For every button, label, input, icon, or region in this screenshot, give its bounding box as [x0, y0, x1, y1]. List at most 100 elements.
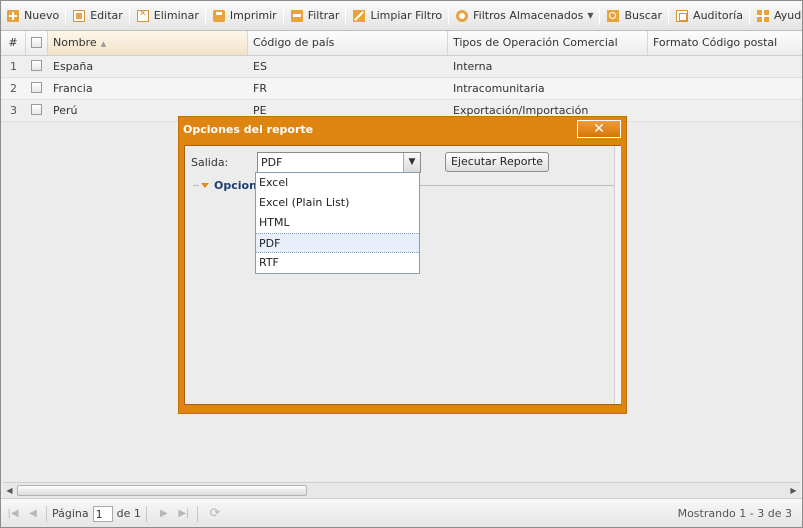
- toolbar-separator: [65, 6, 67, 25]
- last-page-icon[interactable]: ▶|: [176, 508, 192, 519]
- cell-formato: [648, 78, 802, 99]
- cell-codigo: FR: [253, 82, 267, 95]
- cell-nombre: España: [53, 60, 94, 73]
- stored-filters-button[interactable]: Filtros Almacenados ▼: [450, 5, 598, 27]
- edit-button[interactable]: Editar: [67, 5, 128, 27]
- first-page-icon[interactable]: |◀: [5, 508, 21, 519]
- help-button[interactable]: Ayuda: [751, 5, 802, 27]
- column-header-codigo[interactable]: Código de país: [248, 31, 448, 55]
- plus-icon: [7, 9, 19, 22]
- next-page-icon[interactable]: ▶: [156, 508, 172, 519]
- filter-icon: [290, 9, 303, 22]
- dropdown-option-excel-plain-list[interactable]: Excel (Plain List): [256, 193, 419, 213]
- search-icon: [607, 9, 620, 22]
- toolbar-separator: [668, 6, 670, 25]
- edit-icon: [73, 9, 86, 22]
- help-icon: [756, 9, 769, 22]
- output-format-value: PDF: [261, 156, 283, 169]
- toolbar-separator: [282, 6, 284, 25]
- audit-button[interactable]: Auditoría: [670, 5, 748, 27]
- run-report-button[interactable]: Ejecutar Reporte: [445, 152, 549, 172]
- chevron-down-icon[interactable]: ▼: [403, 153, 420, 172]
- chevron-down-icon[interactable]: ▼: [587, 11, 593, 20]
- print-button[interactable]: Imprimir: [207, 5, 282, 27]
- previous-page-icon[interactable]: ◀: [25, 508, 41, 519]
- page-count-label: de 1: [116, 507, 141, 520]
- pagination-bar: |◀ ◀ Página 1 de 1 ▶ ▶| ⟳ Mostrando 1 - …: [1, 498, 802, 527]
- cell-formato: [648, 56, 802, 77]
- column-header-formato[interactable]: Formato Código postal: [648, 31, 802, 55]
- toolbar-separator: [599, 6, 601, 25]
- dialog-scrollbar[interactable]: [614, 146, 621, 404]
- page-label: Página: [52, 507, 89, 520]
- new-button-label: Nuevo: [24, 9, 60, 22]
- filter-button-label: Filtrar: [307, 9, 340, 22]
- table-row[interactable]: 2 Francia FR Intracomunitaria: [1, 78, 802, 100]
- delete-button[interactable]: Eliminar: [131, 5, 204, 27]
- audit-icon: [676, 9, 689, 22]
- dialog-title: Opciones del reporte: [183, 123, 314, 136]
- stored-filters-button-label: Filtros Almacenados: [473, 9, 584, 22]
- column-header-rownum: #: [1, 31, 26, 55]
- row-number: 2: [10, 82, 17, 95]
- search-button[interactable]: Buscar: [601, 5, 667, 27]
- scroll-left-icon[interactable]: ◀: [3, 484, 16, 497]
- row-checkbox[interactable]: [31, 82, 42, 93]
- filter-button[interactable]: Filtrar: [285, 5, 345, 27]
- table-row[interactable]: 1 España ES Interna: [1, 56, 802, 78]
- delete-icon: [136, 9, 149, 22]
- cell-codigo: ES: [253, 60, 267, 73]
- output-format-dropdown-list: Excel Excel (Plain List) HTML PDF RTF: [255, 172, 420, 274]
- toolbar: Nuevo Editar Eliminar Imprimir Filtrar L…: [1, 1, 802, 31]
- row-number: 3: [10, 104, 17, 117]
- clear-filter-icon: [353, 9, 366, 22]
- cell-tipos: Interna: [453, 60, 493, 73]
- row-checkbox[interactable]: [31, 104, 42, 115]
- dropdown-option-excel[interactable]: Excel: [256, 173, 419, 193]
- app-window: Nuevo Editar Eliminar Imprimir Filtrar L…: [0, 0, 803, 528]
- horizontal-scrollbar[interactable]: ◀ ▶: [3, 482, 800, 498]
- column-header-nombre[interactable]: Nombre ▲: [48, 31, 248, 55]
- close-icon[interactable]: ✕: [577, 120, 621, 138]
- refresh-icon[interactable]: ⟳: [207, 506, 223, 521]
- output-format-select[interactable]: PDF ▼: [257, 152, 421, 173]
- column-header-tipos[interactable]: Tipos de Operación Comercial: [448, 31, 648, 55]
- record-count-status: Mostrando 1 - 3 de 3: [677, 507, 792, 520]
- row-checkbox[interactable]: [31, 60, 42, 71]
- dropdown-option-html[interactable]: HTML: [256, 213, 419, 233]
- audit-button-label: Auditoría: [693, 9, 743, 22]
- scrollbar-thumb[interactable]: [17, 485, 307, 496]
- page-number-input[interactable]: 1: [92, 505, 113, 522]
- stored-filters-icon: [456, 9, 469, 22]
- cell-formato: [648, 100, 802, 121]
- pager-separator: [46, 505, 47, 522]
- search-button-label: Buscar: [624, 9, 663, 22]
- collapse-triangle-icon: [201, 183, 209, 188]
- delete-button-label: Eliminar: [153, 9, 199, 22]
- toolbar-separator: [204, 6, 206, 25]
- dropdown-option-rtf[interactable]: RTF: [256, 253, 419, 273]
- help-button-label: Ayuda: [773, 9, 802, 22]
- edit-button-label: Editar: [90, 9, 123, 22]
- pager-separator: [196, 505, 198, 522]
- toolbar-separator: [448, 6, 450, 25]
- grid-body: 1 España ES Interna 2 Francia FR Intraco…: [1, 56, 802, 122]
- clear-filter-button[interactable]: Limpiar Filtro: [347, 5, 447, 27]
- cell-tipos: Intracomunitaria: [453, 82, 545, 95]
- new-button[interactable]: Nuevo: [1, 5, 64, 27]
- select-all-checkbox[interactable]: [31, 37, 42, 48]
- column-header-nombre-label: Nombre: [53, 36, 97, 49]
- print-icon: [212, 9, 225, 22]
- scroll-right-icon[interactable]: ▶: [787, 484, 800, 497]
- cell-nombre: Francia: [53, 82, 93, 95]
- dropdown-option-pdf[interactable]: PDF: [256, 233, 419, 253]
- pager-separator: [145, 505, 147, 522]
- output-label: Salida:: [191, 156, 229, 169]
- print-button-label: Imprimir: [229, 9, 277, 22]
- toolbar-separator: [128, 6, 130, 25]
- row-number: 1: [10, 60, 17, 73]
- toolbar-separator: [748, 6, 750, 25]
- sort-ascending-icon: ▲: [100, 40, 107, 48]
- clear-filter-button-label: Limpiar Filtro: [370, 9, 443, 22]
- column-header-select: [26, 31, 48, 55]
